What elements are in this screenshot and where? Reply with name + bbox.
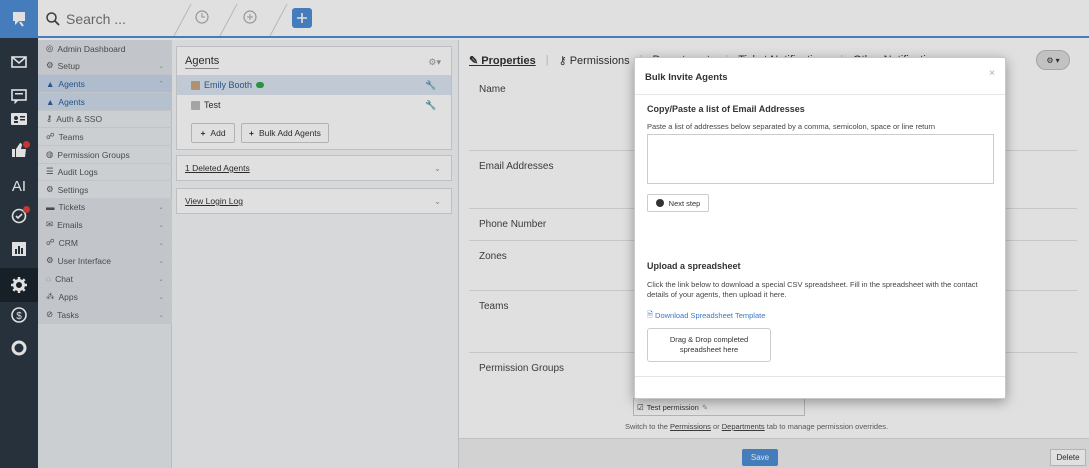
file-icon: 🗎 [647, 310, 654, 319]
close-icon[interactable]: × [989, 68, 995, 79]
modal-title: Bulk Invite Agents [645, 72, 728, 83]
copy-paste-heading: Copy/Paste a list of Email Addresses [647, 104, 805, 114]
upload-help: Click the link below to download a speci… [647, 280, 978, 299]
arrow-right-circle-icon [655, 199, 664, 207]
copy-paste-help: Paste a list of addresses below separate… [647, 122, 936, 131]
bulk-invite-modal: Bulk Invite Agents × Copy/Paste a list o… [634, 57, 1006, 399]
download-template-link[interactable]: 🗎 Download Spreadsheet Template [647, 309, 765, 322]
spreadsheet-dropzone[interactable]: Drag & Drop completed spreadsheet here [647, 328, 771, 362]
email-list-textarea[interactable] [647, 134, 994, 184]
next-step-button[interactable]: Next step [647, 194, 709, 212]
upload-heading: Upload a spreadsheet [647, 261, 741, 271]
